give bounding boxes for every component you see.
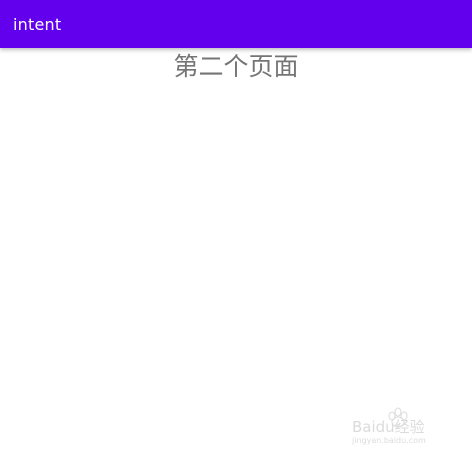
watermark-subtext: jingyan.baidu.com — [351, 436, 426, 445]
watermark-text: Baidu经验 — [352, 418, 425, 436]
baidu-paw-icon: Baidu经验 jingyan.baidu.com — [351, 407, 426, 445]
app-title: intent — [13, 14, 62, 34]
page-text: 第二个页面 — [173, 52, 299, 81]
baidu-watermark: Baidu经验 jingyan.baidu.com — [348, 405, 448, 445]
app-bar: intent — [0, 0, 472, 48]
content-area: 第二个页面 — [0, 48, 472, 459]
